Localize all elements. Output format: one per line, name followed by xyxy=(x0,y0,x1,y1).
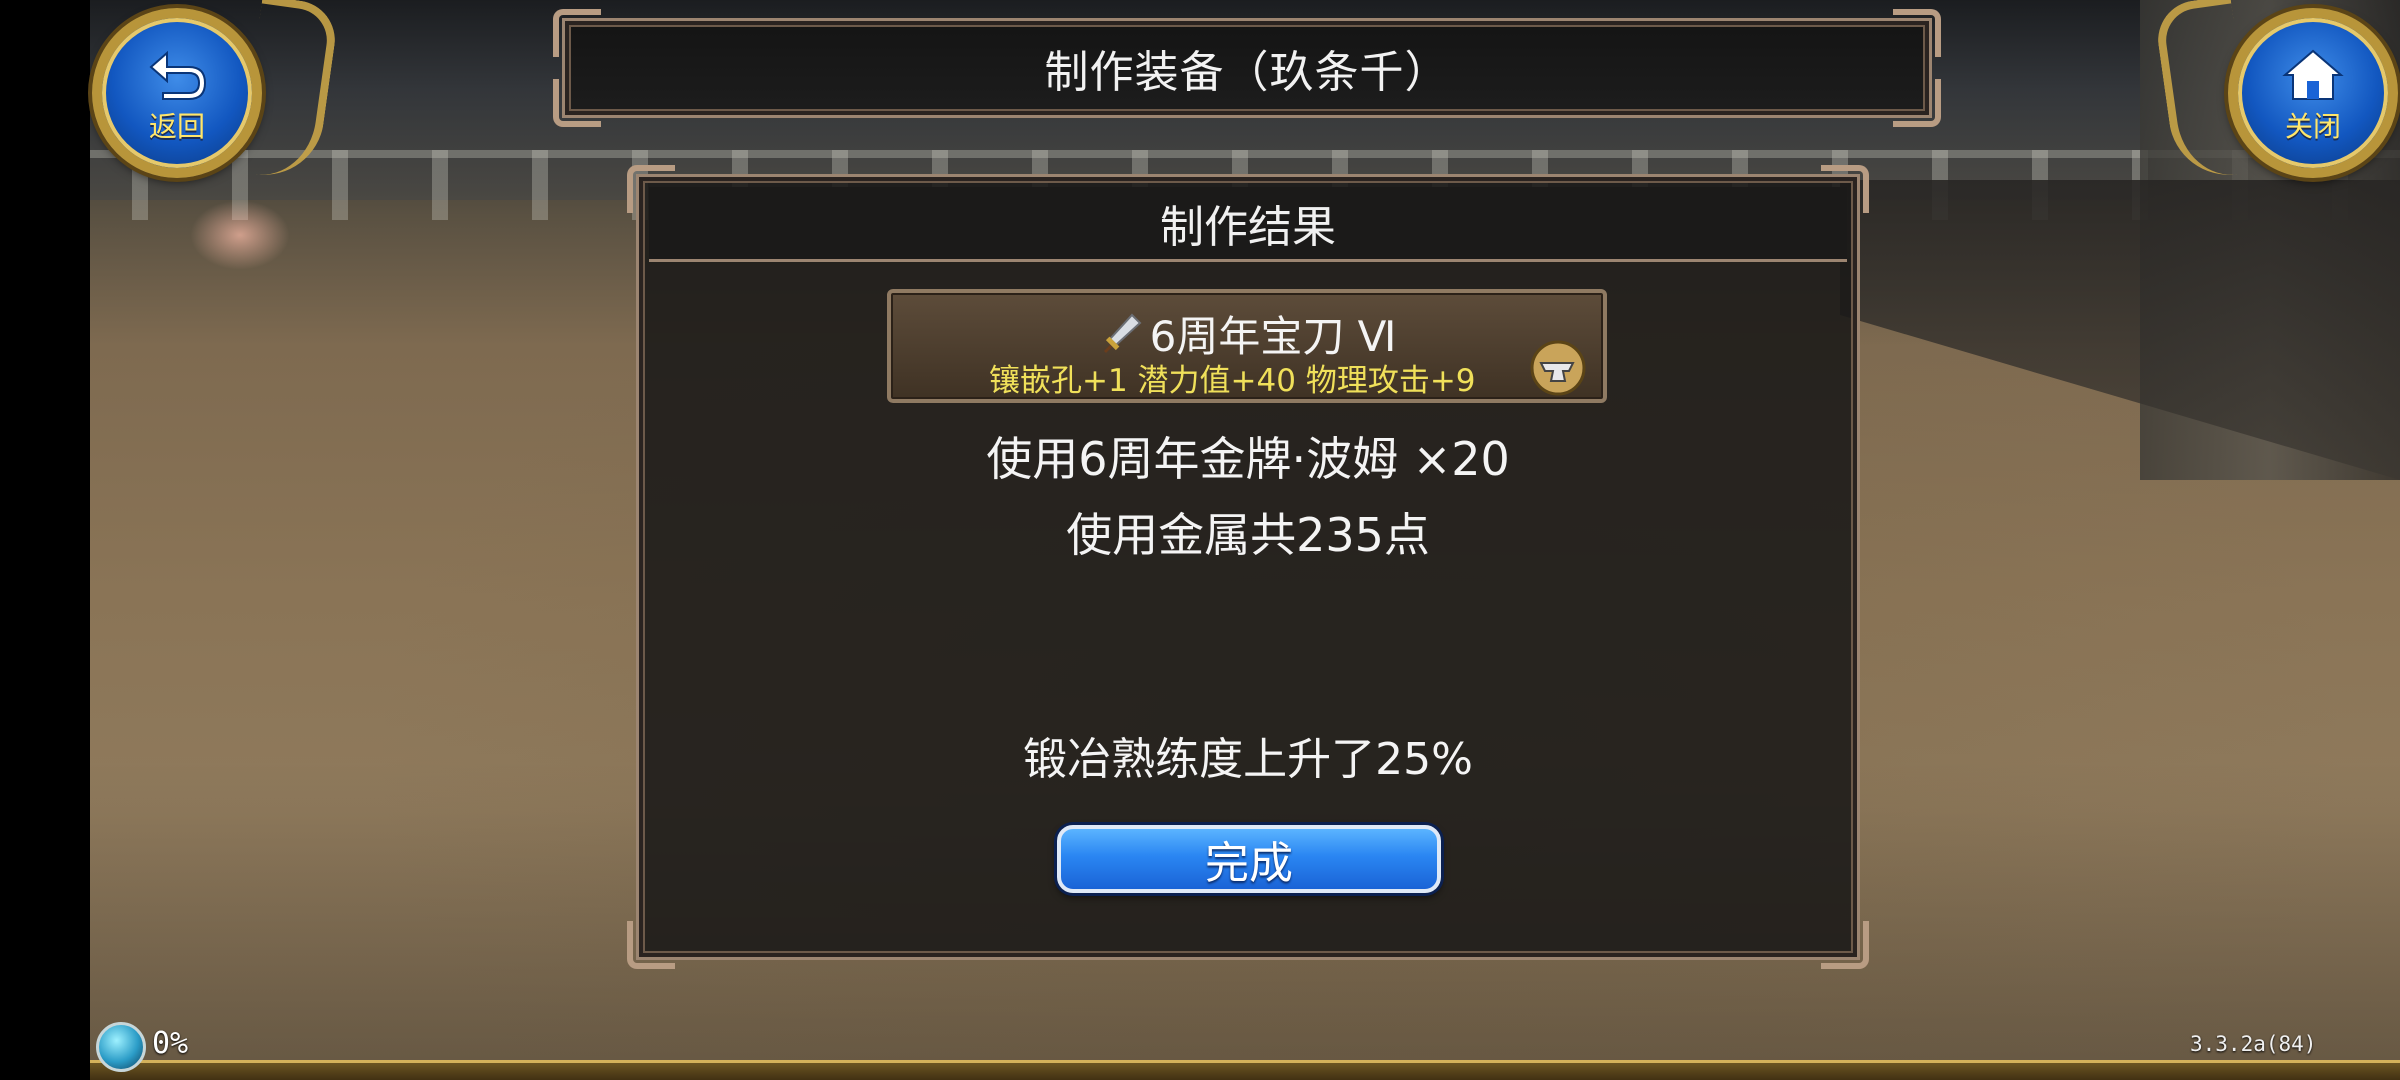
close-button[interactable]: 关闭 xyxy=(2228,8,2398,178)
panel-title: 制作结果 xyxy=(649,187,1847,262)
item-stats: 镶嵌孔+1 潜力值+40 物理攻击+9 xyxy=(989,363,1476,399)
medal-used-text: 使用6周年金牌·波姆 ×20 xyxy=(986,432,1510,486)
exp-bar xyxy=(90,1060,2400,1080)
window-title-bar: 制作装备（玖条千） xyxy=(553,9,1941,127)
background-ledge xyxy=(1840,180,2400,480)
game-screen: 返回 制作装备（玖条千） 关闭 制作结果 6周年宝刀 Ⅵ 镶嵌孔+1 潜力值+4… xyxy=(0,0,2400,1080)
back-label: 返回 xyxy=(148,110,205,143)
crafted-item-card[interactable]: 6周年宝刀 Ⅵ 镶嵌孔+1 潜力值+40 物理攻击+9 xyxy=(887,289,1607,403)
frame-corner xyxy=(1821,921,1869,969)
skill-gain-text: 锻冶熟练度上升了25% xyxy=(1023,734,1473,785)
window-title: 制作装备（玖条千） xyxy=(1044,47,1450,98)
metal-used-text: 使用金属共235点 xyxy=(1066,508,1430,562)
back-button[interactable]: 返回 xyxy=(92,8,262,178)
sword-icon xyxy=(1103,313,1142,353)
back-arrow-icon xyxy=(149,50,207,100)
version-text: 3.3.2a(84) xyxy=(2190,1032,2317,1056)
done-button[interactable]: 完成 xyxy=(1057,825,1441,893)
background-glow xyxy=(190,200,290,270)
exp-orb-icon[interactable] xyxy=(96,1022,146,1072)
close-label: 关闭 xyxy=(2284,110,2341,143)
exp-percent: 0% xyxy=(152,1026,189,1061)
craft-result-panel: 制作结果 6周年宝刀 Ⅵ 镶嵌孔+1 潜力值+40 物理攻击+9 使用6周年金牌… xyxy=(627,165,1869,969)
home-icon xyxy=(2282,49,2344,100)
frame-corner xyxy=(627,921,675,969)
anvil-icon xyxy=(1530,340,1586,396)
